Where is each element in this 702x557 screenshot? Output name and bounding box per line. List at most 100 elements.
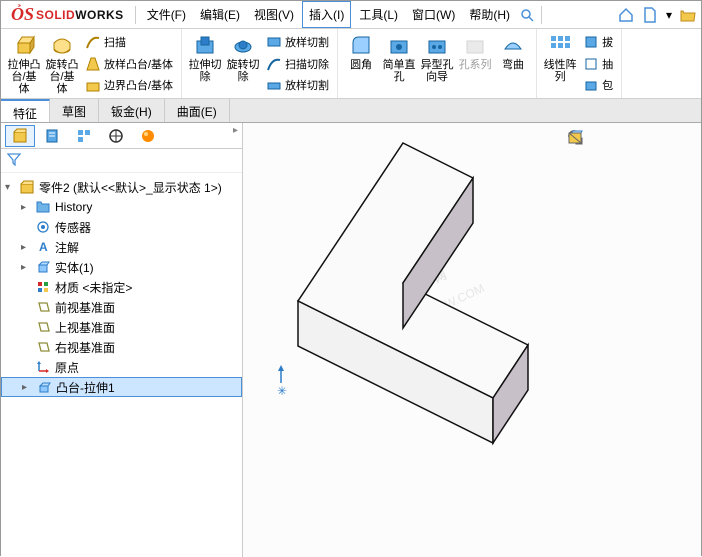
panel-collapse-icon[interactable]: ▸ [233,125,238,146]
shell-c-button[interactable]: 包 [579,74,617,96]
tree-annotations[interactable]: ▸ A 注解 [1,237,242,257]
ribbon-group-pattern: 线性阵列 拔 抽 包 [537,29,622,98]
shell-a-icon [583,34,599,50]
3d-viewport[interactable]: 软件自学网 WWW.RJZXW.COM [243,123,701,557]
linear-pattern-button[interactable]: 线性阵列 [541,31,579,96]
shell-b-icon [583,56,599,72]
loft-cut-button[interactable]: 放样切割 [262,31,333,53]
linear-pattern-icon [548,33,572,57]
shell-b-button[interactable]: 抽 [579,53,617,75]
fillet-label: 圆角 [350,59,372,71]
tree-front-plane[interactable]: 前视基准面 [1,297,242,317]
tab-sketch[interactable]: 草图 [50,99,99,122]
menu-file[interactable]: 文件(F) [141,2,192,27]
new-file-icon[interactable] [641,6,659,24]
logo-text: SOLIDWORKS [36,8,124,22]
linear-pattern-label: 线性阵列 [543,59,577,83]
tree-solid-bodies-label: 实体(1) [55,259,94,276]
menu-view[interactable]: 视图(V) [248,2,300,27]
loft-cut2-button[interactable]: 放样切割 [262,74,333,96]
plane-icon [35,339,51,355]
ribbon-group-modify: 圆角 简单直孔 异型孔向导 孔系列 弯曲 [338,29,537,98]
tree-annotations-label: 注解 [55,239,79,256]
extrude-boss-label: 拉伸凸台/基体 [7,59,41,95]
extrude-boss-icon [12,33,36,57]
dome-button[interactable]: 弯曲 [494,31,532,96]
panel-tab-dimxpert[interactable] [101,125,131,147]
tree-right-plane[interactable]: 右视基准面 [1,337,242,357]
hole-series-icon [463,33,487,57]
feature-tabs: 特征 草图 钣金(H) 曲面(E) [1,99,701,123]
folder-icon [35,199,51,215]
model-render: 软件自学网 WWW.RJZXW.COM [243,123,702,553]
main-area: ▸ ▾ 零件2 (默认<<默认>_显示状态 1>) ▸ History [1,123,701,557]
loft-cut-label: 放样切割 [285,34,329,50]
menu-edit[interactable]: 编辑(E) [194,2,246,27]
plane-icon [35,319,51,335]
search-icon[interactable] [518,6,536,24]
tree-solid-bodies[interactable]: ▸ 实体(1) [1,257,242,277]
panel-tab-property[interactable] [37,125,67,147]
tree-history-label: History [55,200,92,214]
filter-icon[interactable] [7,152,21,169]
tab-sheet-metal[interactable]: 钣金(H) [99,99,165,122]
tree-top-plane-label: 上视基准面 [55,319,115,336]
boundary-label: 边界凸台/基体 [104,77,173,93]
open-icon[interactable] [679,6,697,24]
logo-ds-icon: ỎS [11,4,34,25]
shell-c-icon [583,77,599,93]
tree-sensors-label: 传感器 [55,219,91,236]
expand-icon[interactable]: ▸ [22,382,32,393]
tree-right-plane-label: 右视基准面 [55,339,115,356]
material-icon [35,279,51,295]
simple-hole-button[interactable]: 简单直孔 [380,31,418,96]
tree-origin-label: 原点 [55,359,79,376]
tree-origin[interactable]: 原点 [1,357,242,377]
expand-icon[interactable]: ▾ [5,182,15,193]
hole-wizard-button[interactable]: 异型孔向导 [418,31,456,96]
loft-button[interactable]: 放样凸台/基体 [81,53,177,75]
simple-hole-icon [387,33,411,57]
boundary-button[interactable]: 边界凸台/基体 [81,74,177,96]
annotation-icon: A [35,239,51,255]
tree-boss-extrude[interactable]: ▸ 凸台-拉伸1 [1,377,242,397]
feature-manager-panel: ▸ ▾ 零件2 (默认<<默认>_显示状态 1>) ▸ History [1,123,243,557]
sweep-button[interactable]: 扫描 [81,31,177,53]
tree-boss-extrude-label: 凸台-拉伸1 [56,379,115,396]
loft-cut-icon [266,34,282,50]
tab-surfaces[interactable]: 曲面(E) [165,99,230,122]
shell-a-label: 拔 [602,34,613,50]
loft-cut2-icon [266,77,282,93]
l-shape-model: ✳ [277,143,528,443]
dome-label: 弯曲 [502,59,524,71]
shell-a-button[interactable]: 拔 [579,31,617,53]
panel-tab-config[interactable] [69,125,99,147]
sweep-icon [85,34,101,50]
revolve-boss-button[interactable]: 旋转凸台/基体 [43,31,81,96]
extrude-cut-button[interactable]: 拉伸切除 [186,31,224,96]
menu-help[interactable]: 帮助(H) [463,2,516,27]
tree-root[interactable]: ▾ 零件2 (默认<<默认>_显示状态 1>) [1,177,242,197]
tab-features[interactable]: 特征 [1,99,50,122]
dropdown-icon[interactable]: ▾ [665,6,673,24]
expand-icon[interactable]: ▸ [21,262,31,273]
tree-sensors[interactable]: 传感器 [1,217,242,237]
menu-window[interactable]: 窗口(W) [406,2,461,27]
revolve-cut-button[interactable]: 旋转切除 [224,31,262,96]
sweep-cut-button[interactable]: 扫描切除 [262,53,333,75]
svg-text:✳: ✳ [277,384,287,398]
extrude-boss-button[interactable]: 拉伸凸台/基体 [5,31,43,96]
app-logo: ỎS SOLIDWORKS [5,4,130,25]
expand-icon[interactable]: ▸ [21,202,31,213]
fillet-button[interactable]: 圆角 [342,31,380,96]
tree-top-plane[interactable]: 上视基准面 [1,317,242,337]
menu-insert[interactable]: 插入(I) [302,1,351,28]
tree-material[interactable]: 材质 <未指定> [1,277,242,297]
extrude-cut-icon [193,33,217,57]
menu-tools[interactable]: 工具(L) [353,2,404,27]
tree-history[interactable]: ▸ History [1,197,242,217]
panel-tab-display[interactable] [133,125,163,147]
home-icon[interactable] [617,6,635,24]
expand-icon[interactable]: ▸ [21,242,31,253]
panel-tab-feature-tree[interactable] [5,125,35,147]
